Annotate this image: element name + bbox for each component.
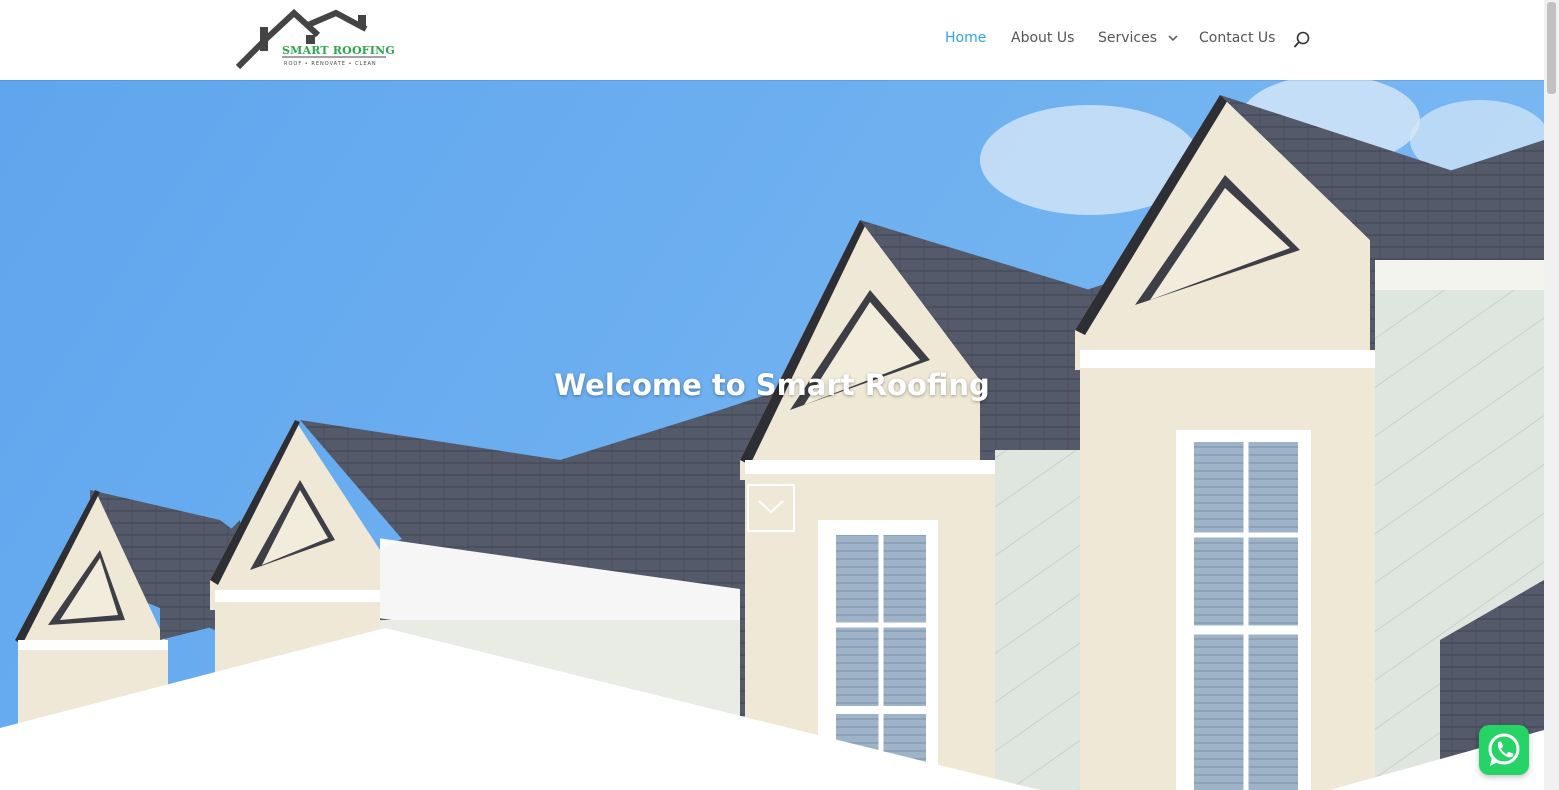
site-header: SMART ROOFING ROOF • RENOVATE • CLEAN Ho… (0, 0, 1544, 80)
nav-services-label: Services (1098, 30, 1158, 46)
nav-contact-us[interactable]: Contact Us (1199, 30, 1275, 46)
chevron-down-icon (758, 500, 784, 514)
nav-about-us-label: About Us (1011, 30, 1075, 46)
search-icon[interactable] (1293, 31, 1311, 49)
site-logo[interactable]: SMART ROOFING ROOF • RENOVATE • CLEAN (235, 8, 395, 71)
nav-about-us[interactable]: About Us (1011, 30, 1074, 46)
logo-brand-name: SMART ROOFING (282, 44, 395, 57)
logo-tagline: ROOF • RENOVATE • CLEAN (284, 61, 377, 67)
nav-services[interactable]: Services (1098, 30, 1178, 46)
scroll-down-button[interactable] (747, 484, 795, 532)
nav-home[interactable]: Home (945, 30, 986, 46)
scrollbar-thumb[interactable] (1547, 2, 1556, 94)
page-scrollbar[interactable] (1544, 0, 1559, 790)
nav-home-label: Home (945, 30, 987, 46)
hero-background-image (0, 80, 1544, 790)
nav-contact-us-label: Contact Us (1199, 30, 1276, 46)
chevron-down-icon (1167, 32, 1178, 45)
hero-section: Welcome to Smart Roofing (0, 80, 1544, 790)
whatsapp-chat-button[interactable] (1479, 725, 1529, 775)
whatsapp-icon (1488, 733, 1520, 766)
hero-title: Welcome to Smart Roofing (554, 368, 990, 402)
